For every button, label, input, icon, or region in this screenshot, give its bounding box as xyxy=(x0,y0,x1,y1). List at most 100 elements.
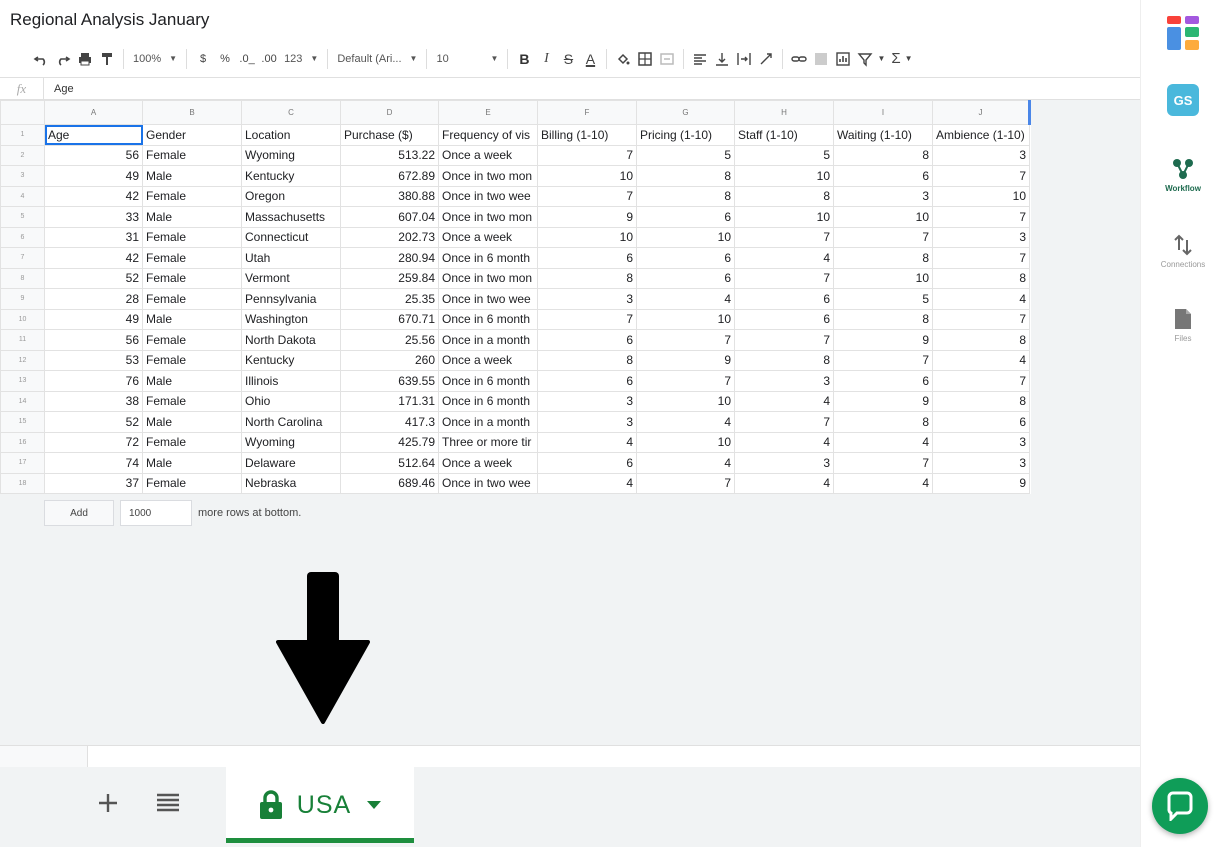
table-cell[interactable]: Once in 6 month xyxy=(438,308,538,330)
zoom-select[interactable]: 100% ▼ xyxy=(129,46,181,72)
table-cell[interactable]: 8 xyxy=(932,267,1030,289)
table-cell[interactable]: 10 xyxy=(734,165,834,187)
table-cell[interactable]: 72 xyxy=(44,431,143,453)
chat-button[interactable] xyxy=(1152,778,1208,834)
column-header-i[interactable]: I xyxy=(833,100,933,125)
table-cell[interactable]: 25.35 xyxy=(340,288,439,310)
redo-button[interactable] xyxy=(52,46,74,72)
table-cell[interactable]: Female xyxy=(142,288,242,310)
column-header-a[interactable]: A xyxy=(44,100,143,125)
increase-decimal-button[interactable]: .00 xyxy=(258,46,280,72)
table-cell[interactable]: 417.3 xyxy=(340,411,439,433)
table-cell[interactable]: 10 xyxy=(537,165,637,187)
fill-color-button[interactable] xyxy=(612,46,634,72)
header-cell[interactable]: Billing (1-10) xyxy=(537,124,637,146)
add-sheet-button[interactable] xyxy=(92,787,124,819)
table-cell[interactable]: 3 xyxy=(537,288,637,310)
table-cell[interactable]: 7 xyxy=(833,349,933,371)
table-cell[interactable]: 202.73 xyxy=(340,226,439,248)
table-cell[interactable]: 7 xyxy=(537,308,637,330)
column-header-e[interactable]: E xyxy=(438,100,538,125)
table-cell[interactable]: 10 xyxy=(636,390,735,412)
table-cell[interactable]: 7 xyxy=(537,144,637,166)
header-cell[interactable]: Location xyxy=(241,124,341,146)
table-cell[interactable]: 6 xyxy=(833,370,933,392)
row-header[interactable]: 10 xyxy=(0,308,45,330)
row-header[interactable]: 6 xyxy=(0,226,45,248)
table-cell[interactable]: 6 xyxy=(833,165,933,187)
table-cell[interactable]: 7 xyxy=(833,226,933,248)
table-cell[interactable]: 49 xyxy=(44,308,143,330)
table-cell[interactable]: 7 xyxy=(734,329,834,351)
insert-comment-button[interactable] xyxy=(810,46,832,72)
table-cell[interactable]: Wyoming xyxy=(241,144,341,166)
document-title[interactable]: Regional Analysis January xyxy=(10,10,209,30)
table-cell[interactable]: Female xyxy=(142,329,242,351)
table-cell[interactable]: 28 xyxy=(44,288,143,310)
table-cell[interactable]: Delaware xyxy=(241,452,341,474)
table-cell[interactable]: 37 xyxy=(44,472,143,494)
table-cell[interactable]: 7 xyxy=(932,165,1030,187)
table-cell[interactable]: 4 xyxy=(734,247,834,269)
row-header[interactable]: 16 xyxy=(0,431,45,453)
table-cell[interactable]: Three or more tir xyxy=(438,431,538,453)
table-cell[interactable]: 6 xyxy=(734,288,834,310)
table-cell[interactable]: 5 xyxy=(636,144,735,166)
table-cell[interactable]: 9 xyxy=(636,349,735,371)
table-cell[interactable]: Wyoming xyxy=(241,431,341,453)
column-header-b[interactable]: B xyxy=(142,100,242,125)
table-cell[interactable]: 6 xyxy=(636,247,735,269)
header-cell[interactable]: Waiting (1-10) xyxy=(833,124,933,146)
table-cell[interactable]: 7 xyxy=(734,411,834,433)
app-logo-button[interactable] xyxy=(1141,16,1224,50)
table-cell[interactable]: Once in a month xyxy=(438,411,538,433)
table-cell[interactable]: Once a week xyxy=(438,144,538,166)
header-cell[interactable]: Ambience (1-10) xyxy=(932,124,1030,146)
table-cell[interactable]: North Dakota xyxy=(241,329,341,351)
table-cell[interactable]: Once in 6 month xyxy=(438,370,538,392)
table-cell[interactable]: 74 xyxy=(44,452,143,474)
table-cell[interactable]: 8 xyxy=(734,185,834,207)
sidebar-item-workflow[interactable]: Workflow xyxy=(1141,158,1224,193)
horizontal-align-button[interactable] xyxy=(689,46,711,72)
table-cell[interactable]: 42 xyxy=(44,247,143,269)
table-cell[interactable]: 3 xyxy=(537,390,637,412)
table-cell[interactable]: Once in two wee xyxy=(438,472,538,494)
table-cell[interactable]: Once a week xyxy=(438,452,538,474)
table-cell[interactable]: Male xyxy=(142,165,242,187)
table-cell[interactable]: Kentucky xyxy=(241,349,341,371)
table-cell[interactable]: Nebraska xyxy=(241,472,341,494)
table-cell[interactable]: 3 xyxy=(734,370,834,392)
table-cell[interactable]: 42 xyxy=(44,185,143,207)
merge-cells-button[interactable] xyxy=(656,46,678,72)
table-cell[interactable]: Once in two mon xyxy=(438,165,538,187)
table-cell[interactable]: 7 xyxy=(636,370,735,392)
table-cell[interactable]: Oregon xyxy=(241,185,341,207)
all-sheets-button[interactable] xyxy=(152,787,184,819)
row-header[interactable]: 12 xyxy=(0,349,45,371)
table-cell[interactable]: Pennsylvania xyxy=(241,288,341,310)
table-cell[interactable]: 52 xyxy=(44,411,143,433)
table-cell[interactable]: 52 xyxy=(44,267,143,289)
table-cell[interactable]: 4 xyxy=(636,288,735,310)
table-cell[interactable]: 10 xyxy=(636,308,735,330)
table-cell[interactable]: 8 xyxy=(833,411,933,433)
sidebar-item-connections[interactable]: Connections xyxy=(1141,234,1224,269)
add-rows-button[interactable]: Add xyxy=(44,500,114,526)
table-cell[interactable]: 7 xyxy=(932,247,1030,269)
italic-button[interactable]: I xyxy=(535,46,557,72)
table-cell[interactable]: 280.94 xyxy=(340,247,439,269)
table-cell[interactable]: 4 xyxy=(636,452,735,474)
table-cell[interactable]: Connecticut xyxy=(241,226,341,248)
table-cell[interactable]: 4 xyxy=(537,472,637,494)
table-cell[interactable]: Female xyxy=(142,247,242,269)
table-cell[interactable]: 31 xyxy=(44,226,143,248)
column-header-g[interactable]: G xyxy=(636,100,735,125)
select-all-corner[interactable] xyxy=(0,100,45,125)
table-cell[interactable]: Once a week xyxy=(438,226,538,248)
table-cell[interactable]: Female xyxy=(142,472,242,494)
table-cell[interactable]: 7 xyxy=(636,329,735,351)
table-cell[interactable]: 7 xyxy=(734,226,834,248)
row-header[interactable]: 1 xyxy=(0,124,45,146)
table-cell[interactable]: Female xyxy=(142,349,242,371)
